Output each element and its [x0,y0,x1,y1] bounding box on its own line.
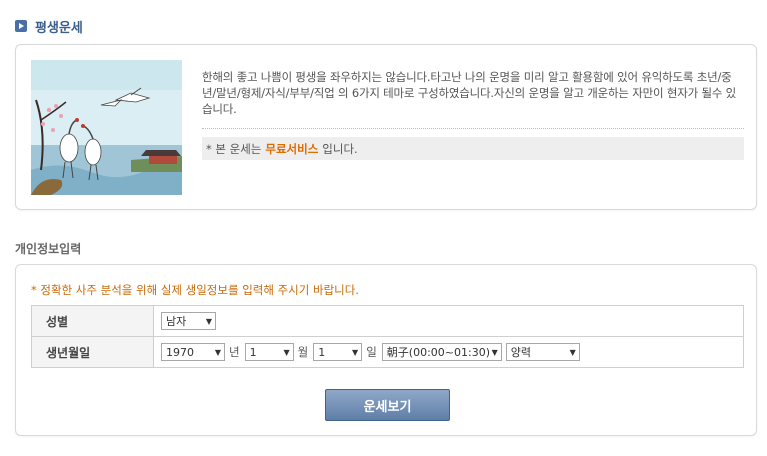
birth-year-select[interactable]: 1970 ▼ [161,343,225,361]
divider [202,128,744,129]
free-service-highlight: 무료서비스 [265,141,319,156]
birth-info-warning: * 정확한 사주 분석을 위해 실제 생일정보를 입력해 주시기 바랍니다. [31,283,359,297]
chevron-down-icon: ▼ [214,347,221,357]
section-header: 평생운세 [15,17,83,36]
play-icon [15,20,27,32]
chevron-down-icon: ▼ [205,316,212,326]
chevron-down-icon: ▼ [569,347,576,357]
note-prefix: * 본 운세는 [206,141,262,156]
birth-month-value: 1 [249,345,257,359]
note-suffix: 입니다. [322,141,358,156]
gender-value: 남자 [166,315,187,328]
chevron-down-icon: ▼ [352,347,359,357]
calendar-type-value: 양력 [510,346,532,359]
birth-day-select[interactable]: 1 ▼ [313,343,363,361]
cranes-pavilion-illustration [31,60,182,195]
gender-select[interactable]: 남자 ▼ [161,312,216,330]
view-fortune-button[interactable]: 운세보기 [325,389,450,421]
intro-description: 한해의 좋고 나쁨이 평생을 좌우하지는 않습니다.타고난 나의 운명을 미리 … [202,70,737,116]
gender-cell: 남자 ▼ [153,305,744,337]
day-unit: 일 [366,345,377,359]
month-unit: 월 [297,345,309,359]
personal-info-form: 성별 남자 ▼ 생년월일 1970 ▼ 년 1 ▼ 월 1 ▼ 일 朝子(00:… [31,305,744,368]
chevron-down-icon: ▼ [491,347,498,357]
birth-month-select[interactable]: 1 ▼ [244,343,294,361]
birth-time-select[interactable]: 朝子(00:00~01:30) ▼ [381,343,502,361]
birth-time-value: 朝子(00:00~01:30) [386,346,490,359]
personal-info-box: * 정확한 사주 분석을 위해 실제 생일정보를 입력해 주시기 바랍니다. 성… [15,264,757,436]
birth-day-value: 1 [318,345,326,359]
year-unit: 년 [229,345,240,359]
birthdate-cell: 1970 ▼ 년 1 ▼ 월 1 ▼ 일 朝子(00:00~01:30) ▼ 양… [153,336,744,368]
birth-year-value: 1970 [166,345,194,359]
service-note: * 본 운세는 무료서비스 입니다. [202,137,744,160]
chevron-down-icon: ▼ [283,347,290,357]
calendar-type-select[interactable]: 양력 ▼ [505,343,580,361]
page-title: 평생운세 [35,20,83,36]
gender-label: 성별 [31,305,154,337]
birthdate-row: 생년월일 1970 ▼ 년 1 ▼ 월 1 ▼ 일 朝子(00:00~01:30… [31,336,744,368]
birthdate-label: 생년월일 [31,336,154,368]
intro-box: 한해의 좋고 나쁨이 평생을 좌우하지는 않습니다.타고난 나의 운명을 미리 … [15,44,757,210]
personal-info-title: 개인정보입력 [15,242,82,256]
gender-row: 성별 남자 ▼ [31,305,744,337]
